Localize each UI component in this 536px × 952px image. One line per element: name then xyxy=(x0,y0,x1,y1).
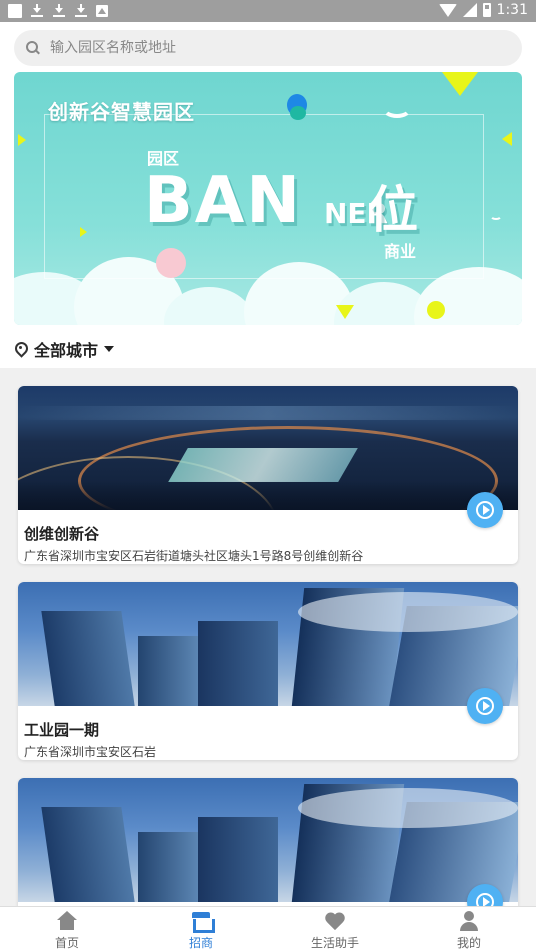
white-arc-decoration xyxy=(490,212,502,220)
status-time: 1:31 xyxy=(496,2,528,18)
home-icon xyxy=(56,911,78,931)
download-icon xyxy=(30,3,44,19)
banner-big-text: BAN xyxy=(144,164,302,238)
bottom-nav: 首页 招商 生活助手 我的 xyxy=(0,906,536,952)
heart-icon xyxy=(324,911,346,931)
park-image xyxy=(18,778,518,902)
search-bar[interactable] xyxy=(14,30,522,66)
nav-label: 我的 xyxy=(456,936,481,950)
download-icon xyxy=(52,3,66,19)
yellow-triangle-decoration xyxy=(18,134,26,146)
wifi-icon xyxy=(438,3,457,17)
banner-biz-label: 商业 xyxy=(384,242,417,261)
nav-label: 首页 xyxy=(54,936,79,950)
location-pin-icon xyxy=(14,342,28,356)
nav-item-life-assistant[interactable]: 生活助手 xyxy=(268,907,402,952)
park-name: 工业园一期 xyxy=(24,721,100,739)
park-card[interactable]: 工业园一期 广东省深圳市宝安区石岩 xyxy=(18,582,518,760)
park-address: 广东省深圳市宝安区石岩 xyxy=(24,745,157,759)
park-name: 创维创新谷 xyxy=(24,525,100,543)
yellow-dot-decoration xyxy=(427,301,445,319)
app-screen: 1:31 创 xyxy=(0,0,536,952)
shop-icon xyxy=(190,911,215,933)
play-video-button[interactable] xyxy=(467,492,503,528)
promo-banner[interactable]: 创新谷智慧园区 园区 BAN NER 位 商业 xyxy=(14,72,522,325)
nav-label: 生活助手 xyxy=(310,936,359,950)
header-area: 创新谷智慧园区 园区 BAN NER 位 商业 全部城市 xyxy=(0,22,536,368)
search-input[interactable] xyxy=(50,40,490,56)
banner-big-text-3: 位 xyxy=(368,181,418,239)
nav-item-home[interactable]: 首页 xyxy=(0,907,134,952)
image-icon xyxy=(96,5,108,17)
nav-item-investment[interactable]: 招商 xyxy=(134,907,268,952)
download-icon xyxy=(74,3,88,19)
nav-label: 招商 xyxy=(188,936,213,950)
status-bar: 1:31 xyxy=(0,0,536,22)
notification-icons xyxy=(8,3,108,19)
banner-title: 创新谷智慧园区 xyxy=(48,100,195,124)
yellow-triangle-decoration xyxy=(80,227,87,237)
park-image xyxy=(18,386,518,510)
city-filter-label: 全部城市 xyxy=(34,341,99,360)
system-icons: 1:31 xyxy=(438,2,528,18)
notification-square-icon xyxy=(8,4,22,18)
park-card[interactable]: 创维创新谷 广东省深圳市宝安区石岩街道塘头社区塘头1号路8号创维创新谷 xyxy=(18,386,518,564)
city-filter[interactable]: 全部城市 xyxy=(14,338,115,360)
yellow-triangle-decoration xyxy=(502,132,512,146)
park-address: 广东省深圳市宝安区石岩街道塘头社区塘头1号路8号创维创新谷 xyxy=(24,549,364,563)
nav-item-profile[interactable]: 我的 xyxy=(402,907,536,952)
teal-dot-decoration xyxy=(290,106,306,120)
battery-icon xyxy=(482,3,491,17)
park-image xyxy=(18,582,518,706)
chevron-down-icon xyxy=(104,346,115,352)
pink-dot-decoration xyxy=(156,248,186,278)
play-video-button[interactable] xyxy=(467,688,503,724)
yellow-triangle-decoration xyxy=(442,72,478,96)
user-icon xyxy=(458,911,480,931)
yellow-triangle-decoration xyxy=(336,305,354,319)
signal-icon xyxy=(462,3,477,17)
search-icon xyxy=(26,41,40,55)
white-arc-decoration xyxy=(382,98,412,118)
